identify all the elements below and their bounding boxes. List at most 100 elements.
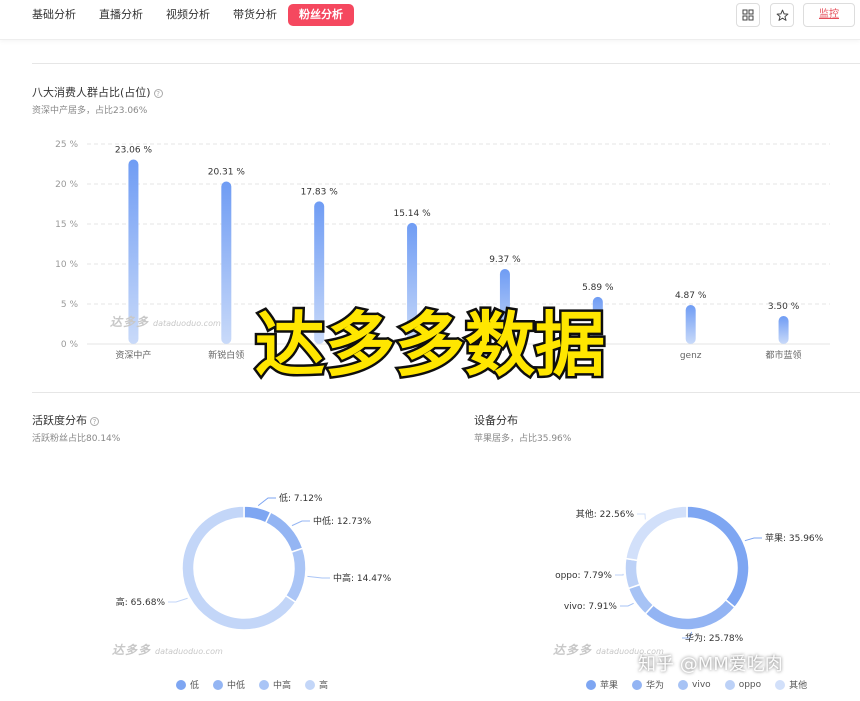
legend-label: 华为 [646, 681, 665, 691]
slice-label: vivo: 7.91% [564, 602, 618, 612]
help-icon[interactable]: ? [90, 416, 99, 426]
zhihu-author-mark: 知乎 @MM爱吃肉 [638, 654, 783, 675]
x-tick-label: 都市蓝领 [766, 349, 802, 360]
chart-watermark: 达多多 dataduoduo.com [112, 641, 223, 658]
legend-swatch [724, 679, 735, 690]
bar[interactable] [221, 181, 232, 344]
legend-label: 高 [319, 681, 329, 691]
slice-leader-line [620, 602, 634, 607]
device-legend: 苹果 华为 vivo oppo 其他 [586, 678, 807, 691]
legend-item[interactable]: 低 [176, 678, 199, 691]
slice-leader-line [291, 520, 310, 527]
x-tick-label: 新锐白领 [208, 349, 244, 360]
legend-swatch [678, 679, 689, 690]
slice-leader-line [615, 573, 624, 576]
legend-swatch [213, 679, 224, 690]
bar-value-label: 9.37 % [489, 255, 521, 265]
legend-label: 低 [190, 681, 200, 691]
slice-leader-line [168, 597, 188, 603]
legend-label: 苹果 [600, 681, 619, 691]
legend-label: vivo [692, 679, 711, 690]
slice-leader-line [744, 537, 762, 542]
donut-slice[interactable] [284, 547, 307, 604]
y-tick-label: 0 % [61, 340, 79, 350]
slice-label: 低: 7.12% [279, 492, 323, 504]
slice-label: 中高: 14.47% [333, 572, 392, 584]
legend-swatch [775, 679, 786, 690]
bar-value-label: 20.31 % [208, 168, 246, 178]
tab-fans-analysis[interactable]: 粉丝分析 [288, 4, 354, 26]
legend-item[interactable]: oppo [724, 678, 762, 691]
favorite-button[interactable] [770, 3, 794, 27]
bar[interactable] [685, 305, 696, 344]
legend-label: 其他 [789, 681, 808, 691]
section-divider [32, 63, 860, 64]
slice-label: 华为: 25.78% [685, 632, 744, 644]
legend-label: oppo [738, 679, 762, 690]
y-tick-label: 10 % [55, 260, 78, 270]
legend-item[interactable]: 中低 [213, 678, 245, 691]
legend-item[interactable]: 高 [305, 678, 328, 691]
slice-leader-line [637, 513, 646, 520]
star-icon [776, 9, 788, 21]
donut-slice[interactable] [627, 583, 655, 615]
watermark-brand: 达多多 [112, 643, 152, 657]
donut-slice[interactable] [264, 511, 304, 554]
donut-slice[interactable] [644, 598, 736, 631]
y-tick-label: 5 % [61, 300, 79, 310]
y-tick-label: 25 % [55, 140, 78, 150]
slice-leader-line [257, 497, 276, 506]
x-tick-label: 资深中产 [115, 349, 151, 360]
device-section-subtitle: 苹果居多，占比35.96% [474, 434, 572, 444]
grid-button[interactable] [736, 3, 760, 27]
slice-label: 苹果: 35.96% [765, 532, 824, 544]
overlay-watermark-text: 达多多数据 [253, 302, 608, 389]
legend-swatch [305, 679, 316, 690]
bar-value-label: 23.06 % [115, 146, 153, 156]
legend-swatch [176, 679, 186, 690]
slice-leader-line [307, 575, 330, 579]
bar-value-label: 15.14 % [393, 209, 431, 219]
x-tick-label: genz [680, 351, 702, 360]
top-tab-bar: 基础分析 直播分析 视频分析 带货分析 粉丝分析 监控 [0, 0, 860, 40]
donut-slice[interactable] [686, 505, 750, 609]
legend-swatch [259, 679, 270, 690]
legend-swatch [586, 679, 596, 690]
bar-value-label: 17.83 % [301, 187, 339, 197]
legend-item[interactable]: 其他 [775, 678, 807, 691]
donut-slice[interactable] [624, 505, 688, 562]
activity-title-text: 活跃度分布 [32, 414, 87, 427]
bar-value-label: 4.87 % [675, 291, 707, 301]
tab-video-analysis[interactable]: 视频分析 [166, 4, 210, 26]
device-donut-chart: 苹果: 35.96% 华为: 25.78% vivo: 7.91% oppo: 7.7… [555, 505, 824, 644]
slice-label: 中低: 12.73% [313, 515, 372, 527]
tab-sales-analysis[interactable]: 带货分析 [233, 4, 277, 26]
tab-basic-analysis[interactable]: 基础分析 [32, 4, 76, 26]
tab-live-analysis[interactable]: 直播分析 [99, 4, 143, 26]
slice-label: oppo: 7.79% [555, 571, 612, 581]
bar-value-label: 5.89 % [582, 283, 614, 293]
legend-label: 中低 [227, 681, 246, 691]
legend-item[interactable]: vivo [678, 678, 711, 691]
watermark-url: dataduoduo.com [153, 319, 221, 328]
consumer-title-text: 八大消费人群占比(占位) [32, 86, 151, 99]
legend-item[interactable]: 华为 [632, 678, 664, 691]
slice-label: 高: 65.68% [116, 596, 166, 608]
watermark-brand: 达多多 [553, 643, 593, 657]
y-tick-label: 20 % [55, 180, 78, 190]
y-tick-label: 15 % [55, 220, 78, 230]
bar[interactable] [778, 316, 789, 344]
section-divider [32, 392, 860, 393]
help-icon[interactable]: ? [153, 88, 163, 98]
watermark-brand: 达多多 [110, 315, 150, 329]
donut-slice[interactable] [624, 557, 641, 590]
consumer-section-subtitle: 资深中产居多，占比23.06% [32, 106, 148, 116]
activity-section-subtitle: 活跃粉丝占比80.14% [32, 434, 121, 444]
activity-donut-chart: 低: 7.12% 中低: 12.73% 中高: 14.47% 高: 65.68% [116, 492, 392, 631]
chart-watermark: 达多多 dataduoduo.com [110, 313, 221, 330]
legend-item[interactable]: 中高 [259, 678, 291, 691]
monitor-button[interactable]: 监控 [803, 3, 855, 27]
legend-item[interactable]: 苹果 [586, 678, 618, 691]
grid-icon [742, 9, 754, 21]
activity-section-title: 活跃度分布? [32, 412, 99, 428]
